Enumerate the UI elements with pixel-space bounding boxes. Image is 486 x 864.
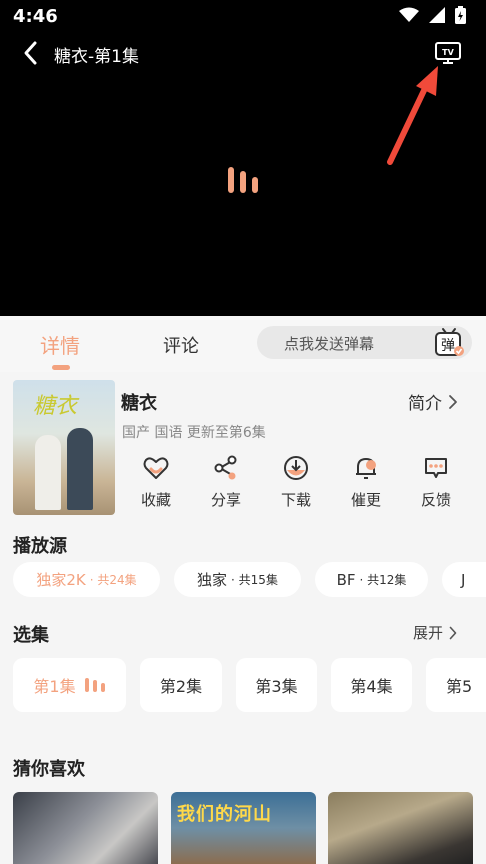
episode-1[interactable]: 第1集	[13, 658, 126, 712]
action-label: 反馈	[420, 491, 451, 509]
svg-text:TV: TV	[442, 48, 454, 57]
chip-name: 独家2K	[36, 571, 86, 589]
intro-button[interactable]: 简介	[408, 389, 458, 414]
video-player[interactable]: 4:46 糖衣-第1集 TV	[0, 0, 486, 316]
wifi-icon	[399, 7, 419, 22]
expand-label: 展开	[413, 624, 444, 642]
loading-bars-icon	[228, 167, 258, 193]
chip-name: J	[461, 570, 466, 589]
source-chip-bf[interactable]: BF · 共12集	[315, 562, 428, 597]
danmu-icon-char: 弹	[441, 338, 455, 354]
feedback-button[interactable]: 反馈	[406, 455, 466, 515]
episode-label: 第4集	[350, 677, 393, 696]
danmu-placeholder: 点我发送弹幕	[284, 335, 375, 353]
urge-update-button[interactable]: 催更	[336, 455, 396, 515]
intro-label: 简介	[408, 394, 442, 414]
chip-name: BF	[336, 570, 356, 589]
action-label: 分享	[210, 491, 241, 509]
share-button[interactable]: 分享	[196, 455, 256, 515]
episode-2[interactable]: 第2集	[140, 658, 222, 712]
source-title: 播放源	[13, 536, 67, 557]
action-label: 催更	[350, 491, 381, 509]
chip-sub: · 共24集	[89, 573, 137, 587]
signal-icon	[429, 7, 445, 23]
recommend-card[interactable]: 我们的河山	[171, 792, 316, 864]
chip-sub: · 共15集	[231, 573, 278, 587]
recommend-title: 猜你喜欢	[13, 759, 85, 780]
tab-detail[interactable]: 详情	[40, 330, 80, 359]
detail-tabs: 详情 评论 点我发送弹幕 弹	[0, 316, 486, 372]
system-icons	[399, 6, 466, 24]
episodes-title: 选集	[13, 625, 49, 646]
danmu-toggle-icon[interactable]: 弹	[433, 327, 465, 358]
download-button[interactable]: 下载	[266, 455, 326, 515]
feedback-icon	[425, 458, 447, 478]
source-chip-2k[interactable]: 独家2K · 共24集	[13, 562, 160, 597]
poster-title-text: 糖衣	[33, 394, 78, 419]
episode-label: 第5	[446, 677, 473, 696]
recommend-card[interactable]	[13, 792, 158, 864]
episode-label: 第3集	[255, 677, 298, 696]
episode-3[interactable]: 第3集	[236, 658, 317, 712]
download-icon	[284, 456, 308, 480]
danmu-input[interactable]: 点我发送弹幕 弹	[257, 326, 472, 359]
poster-figure	[67, 428, 93, 510]
status-time: 4:46	[13, 6, 58, 27]
tab-comment[interactable]: 评论	[163, 332, 199, 358]
source-chip-exclusive[interactable]: 独家 · 共15集	[174, 562, 301, 597]
recommend-poster-text: 我们的河山	[177, 804, 272, 825]
episode-title: 糖衣-第1集	[54, 47, 139, 67]
status-bar: 4:46	[0, 0, 486, 34]
action-label: 收藏	[140, 491, 171, 509]
poster-figure	[35, 435, 61, 510]
battery-icon	[455, 6, 466, 24]
episode-label: 第2集	[159, 677, 203, 696]
favorite-button[interactable]: 收藏	[126, 455, 186, 515]
show-meta: 国产 国语 更新至第6集	[122, 425, 266, 441]
share-icon	[214, 455, 237, 480]
show-name: 糖衣	[121, 393, 157, 414]
chevron-right-icon	[449, 394, 457, 409]
back-arrow-icon[interactable]	[20, 40, 44, 66]
heart-icon	[143, 457, 169, 479]
recommend-card[interactable]	[328, 792, 473, 864]
action-label: 下载	[280, 491, 311, 509]
show-poster[interactable]: 糖衣	[13, 380, 115, 515]
episode-5[interactable]: 第5	[426, 658, 486, 712]
annotation-arrow	[387, 66, 438, 165]
episode-label: 第1集	[33, 677, 76, 696]
playing-bars-icon	[84, 678, 105, 692]
chip-sub: · 共12集	[359, 573, 407, 587]
chip-name: 独家	[197, 571, 228, 589]
tab-indicator	[52, 365, 70, 370]
episode-4[interactable]: 第4集	[331, 658, 412, 712]
source-chip-partial[interactable]: J	[442, 562, 486, 597]
action-bar: 收藏 分享 下载 催更 反馈	[126, 455, 466, 515]
chevron-right-icon	[449, 626, 457, 639]
expand-episodes-button[interactable]: 展开	[413, 622, 457, 643]
bell-icon	[356, 458, 376, 479]
